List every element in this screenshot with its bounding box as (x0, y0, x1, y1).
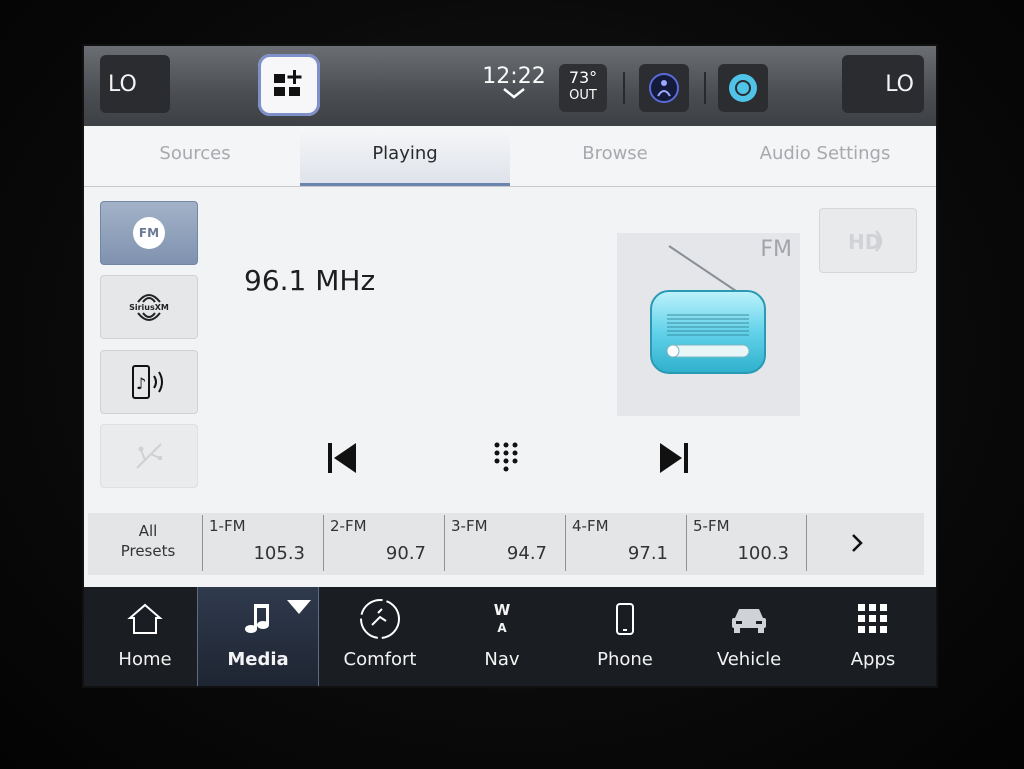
preset-name: 1-FM (209, 517, 246, 535)
siriusxm-logo-text: SiriusXM (129, 302, 169, 312)
media-tabs: Sources Playing Browse Audio Settings (84, 126, 936, 187)
nav-vehicle[interactable]: Vehicle (688, 587, 810, 686)
nav-apps[interactable]: Apps (812, 587, 934, 686)
nav-label: Vehicle (716, 649, 782, 670)
truck-icon (732, 609, 766, 633)
infotainment-screen: LO 12:22 73° OUT LO Sources Playing Brow… (84, 46, 936, 686)
source-bluetooth-audio-button[interactable]: ♪ (100, 350, 198, 414)
clock-button[interactable]: 12:22 (474, 64, 554, 101)
preset-frequency: 105.3 (253, 543, 305, 564)
caret-down-icon (287, 600, 311, 614)
presets-next-button[interactable] (806, 515, 907, 571)
music-note-icon (245, 604, 269, 633)
alexa-button[interactable] (718, 64, 768, 112)
compass-heading: W (493, 601, 511, 619)
next-track-button[interactable] (652, 436, 696, 480)
compass-icon: W A (441, 599, 563, 639)
preset-name: 3-FM (451, 517, 488, 535)
skip-next-icon (660, 443, 688, 473)
preset-3[interactable]: 3-FM 94.7 (444, 515, 565, 571)
apps-add-button[interactable] (258, 54, 320, 116)
station-frequency: 96.1 MHz (244, 264, 376, 297)
preset-2[interactable]: 2-FM 90.7 (323, 515, 444, 571)
preset-5[interactable]: 5-FM 100.3 (686, 515, 807, 571)
nav-comfort[interactable]: Comfort (319, 587, 441, 686)
band-label: FM (760, 237, 792, 262)
direct-tune-keypad-button[interactable] (484, 436, 528, 480)
driver-temp-button[interactable]: LO (100, 55, 170, 113)
all-presets-label-line1: All (138, 522, 158, 540)
nav-label: Nav (484, 649, 520, 670)
outside-temp: 73° OUT (559, 64, 607, 112)
tab-browse[interactable]: Browse (510, 126, 720, 186)
nav-label: Apps (850, 649, 896, 670)
status-bar: LO 12:22 73° OUT LO (84, 46, 936, 126)
source-siriusxm-button[interactable]: SiriusXM (100, 275, 198, 339)
nav-label: Comfort (343, 649, 417, 670)
phone-icon (616, 603, 634, 635)
preset-frequency: 94.7 (506, 543, 547, 564)
outside-temp-label: OUT (569, 88, 597, 103)
previous-track-button[interactable] (320, 436, 364, 480)
alexa-icon (729, 74, 757, 102)
nav-label: Home (118, 649, 172, 670)
passenger-temp-button[interactable]: LO (842, 55, 924, 113)
preset-1[interactable]: 1-FM 105.3 (202, 515, 323, 571)
divider (704, 72, 706, 104)
hd-radio-icon: HD (848, 230, 883, 254)
tab-sources[interactable]: Sources (90, 126, 300, 186)
voice-assistant-icon (649, 73, 679, 103)
skip-previous-icon (328, 443, 356, 473)
hd-radio-button[interactable]: HD (819, 208, 917, 273)
svg-text:♪: ♪ (136, 374, 146, 393)
nav-label: Media (227, 649, 289, 670)
compass-arrow: A (497, 621, 507, 635)
keypad-icon (494, 442, 518, 472)
source-usb-button[interactable] (100, 424, 198, 488)
outside-temp-value: 73° (568, 68, 598, 87)
climate-seat-icon (360, 599, 400, 639)
voice-assistant-button[interactable] (639, 64, 689, 112)
apps-grid-plus-icon (274, 70, 302, 96)
preset-4[interactable]: 4-FM 97.1 (565, 515, 686, 571)
apps-grid-icon (858, 604, 887, 633)
all-presets-button[interactable]: All Presets (98, 521, 198, 561)
chevron-down-icon (474, 87, 554, 101)
nav-navigation[interactable]: W A Nav (441, 587, 563, 686)
nav-phone[interactable]: Phone (564, 587, 686, 686)
clock-time: 12:22 (482, 64, 546, 89)
preset-name: 2-FM (330, 517, 367, 535)
presets-bar: All Presets 1-FM 105.3 2-FM 90.7 3-FM 94… (88, 513, 924, 575)
nav-label: Phone (597, 649, 653, 670)
chevron-right-icon (852, 534, 863, 552)
usb-icon (136, 443, 162, 469)
tab-audio-settings[interactable]: Audio Settings (720, 126, 930, 186)
phone-music-icon: ♪ (132, 365, 163, 399)
fm-label: FM (138, 226, 160, 240)
bottom-nav: Home Media Comfort W A Nav Phone Vehicle… (84, 587, 936, 686)
all-presets-label-line2: Presets (120, 542, 176, 560)
preset-name: 4-FM (572, 517, 609, 535)
divider (623, 72, 625, 104)
tab-playing[interactable]: Playing (300, 126, 510, 186)
siriusxm-signal-icon (137, 293, 161, 303)
preset-frequency: 100.3 (737, 543, 789, 564)
album-art: FM (617, 233, 800, 416)
nav-home[interactable]: Home (84, 587, 206, 686)
fm-radio-icon: FM (133, 217, 165, 249)
preset-frequency: 90.7 (385, 543, 426, 564)
preset-name: 5-FM (693, 517, 730, 535)
home-icon (127, 603, 163, 634)
nav-media[interactable]: Media (197, 587, 319, 686)
source-fm-button[interactable]: FM (100, 201, 198, 265)
siriusxm-signal-icon (137, 311, 161, 321)
preset-frequency: 97.1 (627, 543, 668, 564)
